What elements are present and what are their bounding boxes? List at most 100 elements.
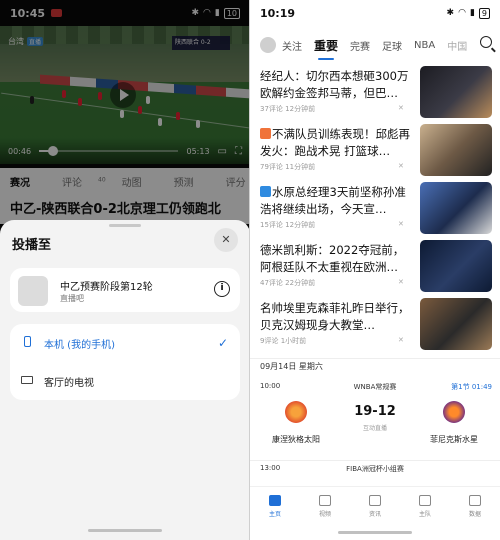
check-icon: ✓ (217, 336, 228, 350)
comment-count: 37评论 (260, 105, 283, 113)
news-thumbnail (420, 66, 492, 118)
dismiss-icon[interactable]: ✕ (398, 162, 404, 170)
away-team-name: 菲尼克斯水星 (430, 435, 478, 444)
nav-label: 数据 (468, 511, 481, 518)
signal-icon: ▮ (469, 8, 475, 18)
home-indicator[interactable] (88, 529, 162, 532)
left-phone-screen: 10:45 ✱ ◠ ▮ 10 台湾 直播 陕西联合 0-2 00:46 05:1… (0, 0, 250, 540)
game-score: 19-12 (354, 404, 396, 419)
news-item[interactable]: 经纪人：切尔西本想砸300万欧解约金签邦马蒂，但巴… 37评论 12分钟前 ✕ (250, 66, 500, 124)
nav-news[interactable]: 资讯 (355, 495, 395, 518)
date-header: 09月14日 星期六 (250, 358, 500, 374)
status-time: 10:19 (260, 6, 296, 20)
nav-team[interactable]: 主队 (405, 495, 445, 518)
bluetooth-icon: ✱ (446, 8, 455, 18)
dismiss-icon[interactable]: ✕ (398, 104, 404, 112)
news-headline: 经纪人：切尔西本想砸300万欧解约金签邦马蒂，但巴… (260, 69, 409, 100)
shield-icon (419, 495, 431, 506)
news-thumbnail (420, 124, 492, 176)
game-status: 互动直播 (362, 425, 387, 432)
news-item[interactable]: 水原总经理3天前坚称孙准浩将继续出场，今天宣… 15评论 12分钟前 ✕ (250, 182, 500, 240)
news-headline: 不满队员训练表现！邱彪再发火：跑战术晃 打篮球… (260, 126, 410, 160)
home-indicator[interactable] (338, 531, 412, 534)
tv-icon (20, 375, 34, 387)
news-time: 12分钟前 (285, 105, 316, 113)
tab-finished[interactable]: 完赛 (350, 38, 370, 53)
cast-sheet-title: 投播至 (12, 238, 52, 253)
nav-home[interactable]: 主页 (255, 495, 295, 518)
news-meta: 15评论 12分钟前 (260, 220, 315, 230)
news-meta: 37评论 12分钟前 (260, 104, 315, 114)
nav-video[interactable]: 视频 (305, 495, 345, 518)
news-thumbnail (420, 182, 492, 234)
avatar[interactable] (260, 37, 276, 53)
nav-label: 主页 (268, 511, 281, 518)
news-thumbnail (420, 240, 492, 292)
news-item[interactable]: 德米凯利斯：2022夺冠前，阿根廷队不太重视在欧洲… 47评论 22分钟前 ✕ (250, 240, 500, 298)
tab-important[interactable]: 重要 (314, 37, 338, 60)
video-icon (319, 495, 331, 506)
news-item[interactable]: 不满队员训练表现！邱彪再发火：跑战术晃 打篮球… 79评论 11分钟前 ✕ (250, 124, 500, 182)
news-meta: 9评论 1小时前 (260, 336, 306, 346)
source-name: 中乙预赛阶段第12轮 (60, 282, 153, 293)
news-headline-text: 水原总经理3天前坚称孙准浩将继续出场，今天宣… (260, 185, 406, 216)
comment-count: 9评论 (260, 337, 279, 345)
tab-following[interactable]: 关注 (282, 38, 302, 53)
game-card[interactable]: 10:00 WNBA常规赛 第1节 01:49 19-12 互动直播 康涅狄格太… (250, 378, 500, 456)
news-time: 12分钟前 (285, 221, 316, 229)
news-time: 22分钟前 (285, 279, 316, 287)
device-label: 本机 (我的手机) (44, 339, 115, 351)
fire-icon (260, 128, 271, 139)
dismiss-icon[interactable]: ✕ (398, 278, 404, 286)
top-nav: 关注 重要 完赛 足球 NBA 中国 (250, 30, 500, 60)
info-icon[interactable]: i (214, 281, 230, 297)
cast-source-card: 中乙预赛阶段第12轮 直播吧 i (10, 268, 240, 312)
status-bar: 10:19 ✱ ◠ ▮ 9 (250, 0, 500, 26)
game-card[interactable]: 13:00 FIBA洲冠杯小组赛 (250, 460, 500, 476)
news-meta: 47评论 22分钟前 (260, 278, 315, 288)
device-living-room-tv[interactable]: 客厅的电视 (10, 362, 240, 400)
news-thumbnail (420, 298, 492, 350)
news-meta: 79评论 11分钟前 (260, 162, 315, 172)
video-icon (260, 186, 271, 197)
home-team-name: 康涅狄格太阳 (272, 435, 320, 444)
sheet-handle[interactable] (109, 224, 141, 227)
phone-icon (20, 336, 34, 350)
news-headline: 德米凯利斯：2022夺冠前，阿根廷队不太重视在欧洲… (260, 243, 405, 274)
news-headline: 名帅埃里克森菲礼昨日举行，贝克汉姆现身大教堂… (260, 301, 410, 332)
wifi-icon: ◠ (458, 8, 466, 18)
home-icon (269, 495, 281, 506)
dismiss-icon[interactable]: ✕ (398, 220, 404, 228)
bottom-nav: 主页 视频 资讯 主队 数据 (250, 486, 500, 526)
battery-icon: 9 (478, 7, 490, 19)
device-list: 本机 (我的手机) ✓ 客厅的电视 (10, 324, 240, 400)
source-sub: 直播吧 (60, 294, 84, 303)
news-headline: 水原总经理3天前坚称孙准浩将继续出场，今天宣… (260, 184, 410, 218)
news-time: 1小时前 (280, 337, 307, 345)
status-icons: ✱ ◠ ▮ 9 (446, 7, 490, 19)
news-icon (369, 495, 381, 506)
news-time: 11分钟前 (285, 163, 316, 171)
source-thumbnail (18, 276, 48, 306)
nav-label: 主队 (418, 511, 431, 518)
dismiss-icon[interactable]: ✕ (398, 336, 404, 344)
tab-football[interactable]: 足球 (382, 38, 402, 53)
right-phone-screen: 10:19 ✱ ◠ ▮ 9 关注 重要 完赛 足球 NBA 中国 经纪人：切尔西… (250, 0, 500, 540)
device-label: 客厅的电视 (44, 377, 94, 389)
device-this-phone[interactable]: 本机 (我的手机) ✓ (10, 324, 240, 362)
tab-nba[interactable]: NBA (414, 40, 435, 51)
search-icon[interactable] (480, 36, 492, 48)
chart-icon (469, 495, 481, 506)
comment-count: 79评论 (260, 163, 283, 171)
news-item[interactable]: 名帅埃里克森菲礼昨日举行，贝克汉姆现身大教堂… 9评论 1小时前 ✕ (250, 298, 500, 356)
nav-label: 资讯 (368, 511, 381, 518)
nav-label: 视频 (318, 511, 331, 518)
comment-count: 15评论 (260, 221, 283, 229)
news-headline-text: 不满队员训练表现！邱彪再发火：跑战术晃 打篮球… (260, 127, 410, 158)
game-league: FIBA洲冠杯小组赛 (346, 465, 404, 473)
tab-china[interactable]: 中国 (447, 38, 467, 53)
game-round: 第1节 01:49 (451, 383, 492, 391)
nav-data[interactable]: 数据 (455, 495, 495, 518)
close-icon[interactable]: ✕ (214, 228, 238, 252)
cast-sheet: 投播至 ✕ 中乙预赛阶段第12轮 直播吧 i 本机 (我的手机) ✓ 客厅的电视 (0, 220, 250, 540)
